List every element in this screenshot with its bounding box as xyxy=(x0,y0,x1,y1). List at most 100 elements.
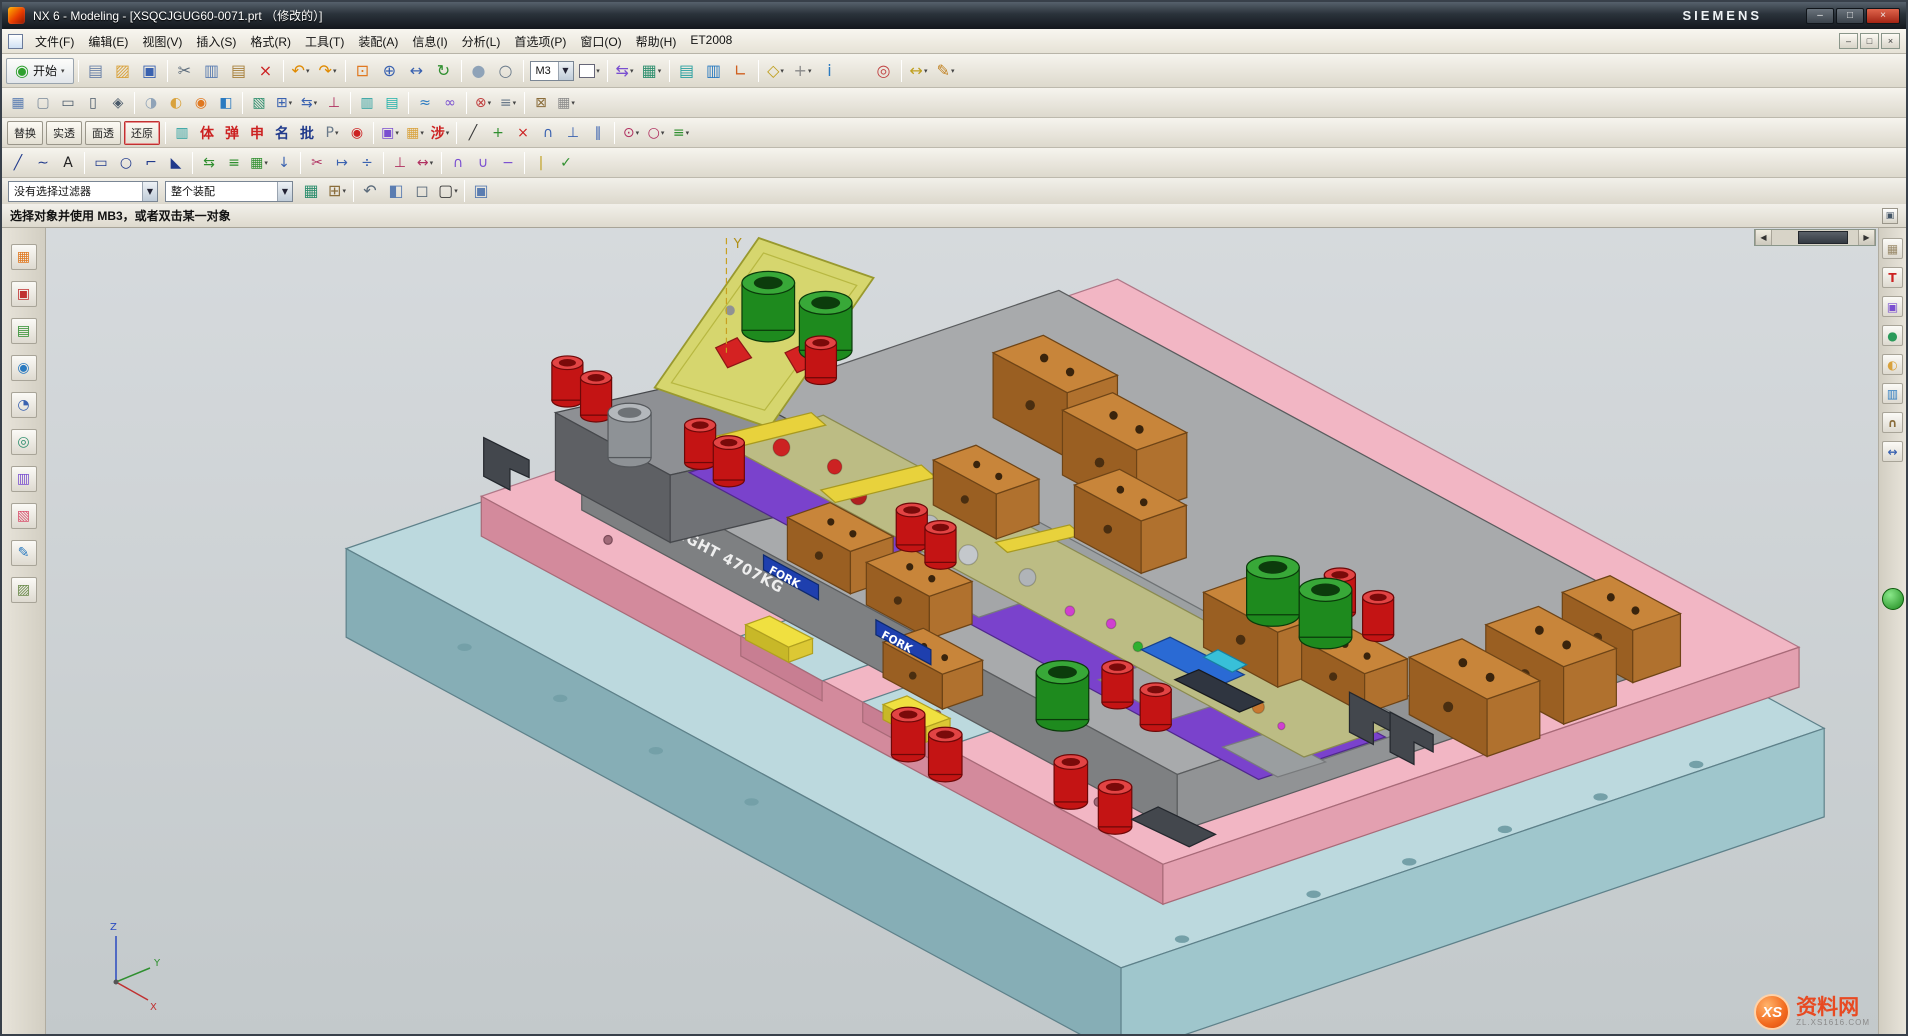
purple-plate-icon[interactable]: ▣▾ xyxy=(378,121,402,145)
die-spring-red[interactable] xyxy=(1054,755,1087,810)
material-cube-icon[interactable]: ▣ xyxy=(1882,296,1903,317)
horizontal-scrollbar[interactable]: ◀ ▶ xyxy=(1754,229,1876,246)
nitrogen-spring-green[interactable] xyxy=(1247,556,1300,626)
layer-settings-icon[interactable]: ▤ xyxy=(674,58,700,84)
dimension-icon-caret[interactable]: ▾ xyxy=(430,159,434,167)
menu-information[interactable]: 信息(I) xyxy=(405,30,454,53)
visual-reports-icon[interactable]: ▧ xyxy=(11,503,37,529)
pattern-icon-caret[interactable]: ▾ xyxy=(658,67,662,75)
gold-grid-icon-caret[interactable]: ▾ xyxy=(420,129,424,137)
paste-icon[interactable]: ▤ xyxy=(226,58,252,84)
menu-file[interactable]: 文件(F) xyxy=(28,30,81,53)
purple-plate-icon-caret[interactable]: ▾ xyxy=(395,129,399,137)
assembly-navigator-icon[interactable]: ▦ xyxy=(11,244,37,270)
nitrogen-spring-green[interactable] xyxy=(742,271,795,341)
menu-help[interactable]: 帮助(H) xyxy=(629,30,684,53)
project-curve-icon[interactable]: ↓ xyxy=(272,151,296,175)
measure-distance-icon-caret[interactable]: ▾ xyxy=(924,67,928,75)
menu-window[interactable]: 窗口(O) xyxy=(573,30,628,53)
render-style-combo[interactable]: M3▼ xyxy=(530,61,574,81)
constraint-icon[interactable]: ⊥ xyxy=(388,151,412,175)
mdi-close-button[interactable]: × xyxy=(1881,33,1900,49)
menu-preferences[interactable]: 首选项(P) xyxy=(507,30,573,53)
interference-check-button[interactable]: 涉▾ xyxy=(428,121,452,145)
title-bar[interactable]: NX 6 - Modeling - [XSQCJGUG60-0071.prt （… xyxy=(2,2,1906,29)
menu-tools[interactable]: 工具(T) xyxy=(298,30,351,53)
red-target-icon[interactable]: ◉ xyxy=(345,121,369,145)
marquee-style-icon-caret[interactable]: ▾ xyxy=(454,187,458,195)
part-navigator-icon[interactable]: ▤ xyxy=(11,318,37,344)
move-component-icon-caret[interactable]: ▾ xyxy=(314,99,318,107)
die-spring-red[interactable] xyxy=(929,727,962,782)
die-spring-red[interactable] xyxy=(896,503,927,552)
undo-icon[interactable]: ↶▾ xyxy=(288,58,314,84)
document-icon[interactable] xyxy=(8,34,23,49)
selection-scope-arrow[interactable]: ▼ xyxy=(277,182,292,201)
display-part-icon[interactable]: ▦ xyxy=(6,91,30,115)
clip-section-icon[interactable]: ▤ xyxy=(380,91,404,115)
scroll-left-button[interactable]: ◀ xyxy=(1755,230,1772,245)
menu-edit[interactable]: 编辑(E) xyxy=(81,30,135,53)
batch-tool-button[interactable]: 批 xyxy=(295,121,319,145)
web-browser-icon[interactable]: ◎ xyxy=(11,429,37,455)
start-menu-button-caret[interactable]: ▾ xyxy=(61,67,65,75)
offset-curve-icon[interactable]: ≡ xyxy=(222,151,246,175)
sequence-icon[interactable]: ≡▾ xyxy=(496,91,520,115)
snap-settings-icon-caret[interactable]: ▾ xyxy=(342,187,346,195)
subtract-icon[interactable]: − xyxy=(496,151,520,175)
interference-check-button-caret[interactable]: ▾ xyxy=(446,129,450,137)
intersect-icon[interactable]: ∩ xyxy=(446,151,470,175)
select-previous-icon[interactable]: ↶ xyxy=(357,178,383,204)
history-icon[interactable]: ◔ xyxy=(11,392,37,418)
orient-iso-icon[interactable]: ◈ xyxy=(106,91,130,115)
interpart-link-icon[interactable]: ∞ xyxy=(438,91,462,115)
pan-icon[interactable]: ↔ xyxy=(404,58,430,84)
render-style-combo-arrow[interactable]: ▼ xyxy=(558,62,573,80)
divide-curve-icon[interactable]: ÷ xyxy=(355,151,379,175)
selection-filter-combo[interactable]: 没有选择过滤器 ▼ xyxy=(8,181,158,202)
rectangle-icon[interactable]: ▭ xyxy=(89,151,113,175)
assembly-constraints-icon[interactable]: ⊥ xyxy=(322,91,346,115)
open-file-icon[interactable]: ▨ xyxy=(110,58,136,84)
mdi-restore-button[interactable]: □ xyxy=(1860,33,1879,49)
redo-icon-caret[interactable]: ▾ xyxy=(333,67,337,75)
tangent-icon[interactable]: ∩ xyxy=(536,121,560,145)
selection-scope-combo[interactable]: 整个装配 ▼ xyxy=(165,181,293,202)
shen-tool-button[interactable]: 申 xyxy=(245,121,269,145)
menu-assemblies[interactable]: 装配(A) xyxy=(351,30,405,53)
wireframe-icon[interactable]: ○ xyxy=(493,58,519,84)
selection-cursor-icon[interactable] xyxy=(844,58,870,84)
add-component-icon-caret[interactable]: ▾ xyxy=(289,99,293,107)
measure-distance-icon[interactable]: ↔▾ xyxy=(906,58,932,84)
info-icon[interactable]: i xyxy=(817,58,843,84)
text-tool-icon[interactable]: A xyxy=(56,151,80,175)
dimension-icon[interactable]: ↔▾ xyxy=(413,151,437,175)
mdi-minimize-button[interactable]: – xyxy=(1839,33,1858,49)
arc-tool-icon[interactable]: ○▾ xyxy=(644,121,668,145)
sketch-point-icon[interactable]: + xyxy=(486,121,510,145)
profile-icon[interactable]: ╱ xyxy=(6,151,30,175)
object-color-combo[interactable]: ▾ xyxy=(577,58,603,84)
move-object-icon[interactable]: ⇆▾ xyxy=(612,58,638,84)
close-button[interactable]: × xyxy=(1866,8,1900,24)
view-in-layer-icon[interactable]: ▥ xyxy=(701,58,727,84)
scroll-right-button[interactable]: ▶ xyxy=(1858,230,1875,245)
snap-toggle-icon[interactable]: ⊠ xyxy=(529,91,553,115)
maximize-button[interactable]: □ xyxy=(1836,8,1864,24)
hd3d-tools-icon[interactable]: ▥ xyxy=(11,466,37,492)
light-settings-icon[interactable]: ◐ xyxy=(1882,354,1903,375)
delete-icon[interactable]: × xyxy=(253,58,279,84)
snap-point-icon[interactable]: ◎ xyxy=(871,58,897,84)
highlight-icon[interactable]: ◻ xyxy=(409,178,435,204)
fit-view-icon[interactable]: ⊡ xyxy=(350,58,376,84)
measure-tool-icon[interactable]: ↔ xyxy=(1882,441,1903,462)
annotation-icon[interactable]: ✎▾ xyxy=(933,58,959,84)
restore-button[interactable]: 还原 xyxy=(124,121,160,145)
rotate-view-icon[interactable]: ↻ xyxy=(431,58,457,84)
assembly-load-icon[interactable]: ▧ xyxy=(247,91,271,115)
constraint-navigator-icon[interactable]: ▣ xyxy=(11,281,37,307)
studio-shading-icon[interactable]: ◐ xyxy=(164,91,188,115)
sphere-display-icon[interactable]: ● xyxy=(1882,325,1903,346)
section-view-icon[interactable]: ◧ xyxy=(214,91,238,115)
die-spring-red[interactable] xyxy=(552,356,583,407)
